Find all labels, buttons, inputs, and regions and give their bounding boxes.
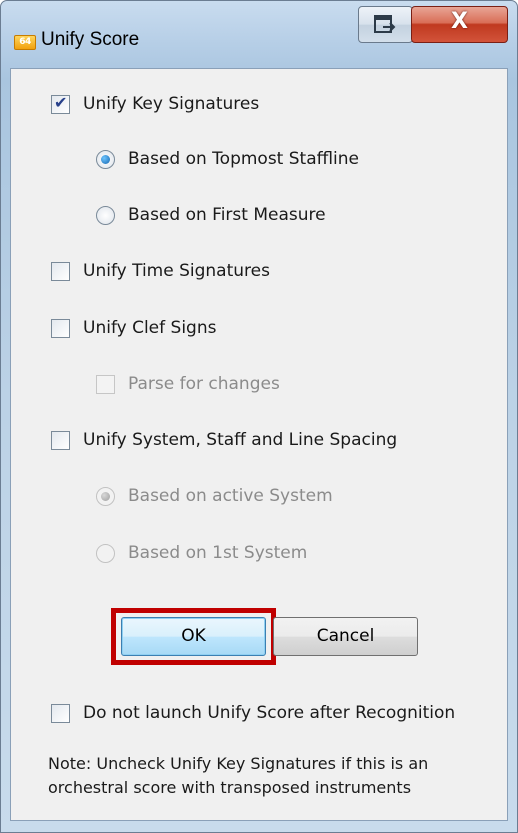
- first-system-label: Based on 1st System: [128, 543, 308, 563]
- unify-key-signatures-label: Unify Key Signatures: [83, 94, 260, 114]
- note-line-2: orchestral score with transposed instrum…: [48, 778, 412, 797]
- restore-button[interactable]: [358, 6, 413, 43]
- topmost-staffline-label: Based on Topmost Staffline: [128, 149, 360, 169]
- unify-time-signatures-label: Unify Time Signatures: [83, 261, 270, 281]
- unify-clef-signs-label: Unify Clef Signs: [83, 318, 217, 338]
- dialog-client-area: Unify Key Signatures Based on Topmost St…: [10, 68, 508, 821]
- unify-clef-signs-checkbox[interactable]: [51, 319, 70, 338]
- first-system-radio[interactable]: [96, 544, 115, 563]
- parse-for-changes-label: Parse for changes: [128, 374, 280, 394]
- unify-time-signatures-checkbox[interactable]: [51, 262, 70, 281]
- first-measure-radio[interactable]: [96, 206, 115, 225]
- ok-button[interactable]: OK: [121, 617, 266, 656]
- close-icon: X: [451, 9, 468, 34]
- close-button[interactable]: X: [411, 6, 508, 43]
- unify-key-signatures-checkbox[interactable]: [51, 93, 70, 114]
- unify-spacing-label: Unify System, Staff and Line Spacing: [83, 430, 398, 450]
- parse-for-changes-checkbox[interactable]: [96, 375, 115, 394]
- topmost-staffline-radio[interactable]: [96, 150, 115, 169]
- window-title: Unify Score: [41, 29, 140, 50]
- cancel-button[interactable]: Cancel: [273, 617, 418, 656]
- restore-icon: [374, 15, 396, 33]
- note-text: Note: Uncheck Unify Key Signatures if th…: [48, 752, 498, 800]
- no-launch-label: Do not launch Unify Score after Recognit…: [83, 703, 456, 723]
- active-system-label: Based on active System: [128, 486, 333, 506]
- dialog-window: 64 Unify Score X Unify Key Signatures Ba…: [0, 0, 518, 833]
- first-measure-label: Based on First Measure: [128, 205, 326, 225]
- app-icon: 64: [14, 35, 36, 50]
- unify-spacing-checkbox[interactable]: [51, 431, 70, 450]
- active-system-radio[interactable]: [96, 487, 115, 506]
- note-line-1: Note: Uncheck Unify Key Signatures if th…: [48, 754, 429, 773]
- no-launch-checkbox[interactable]: [51, 704, 70, 723]
